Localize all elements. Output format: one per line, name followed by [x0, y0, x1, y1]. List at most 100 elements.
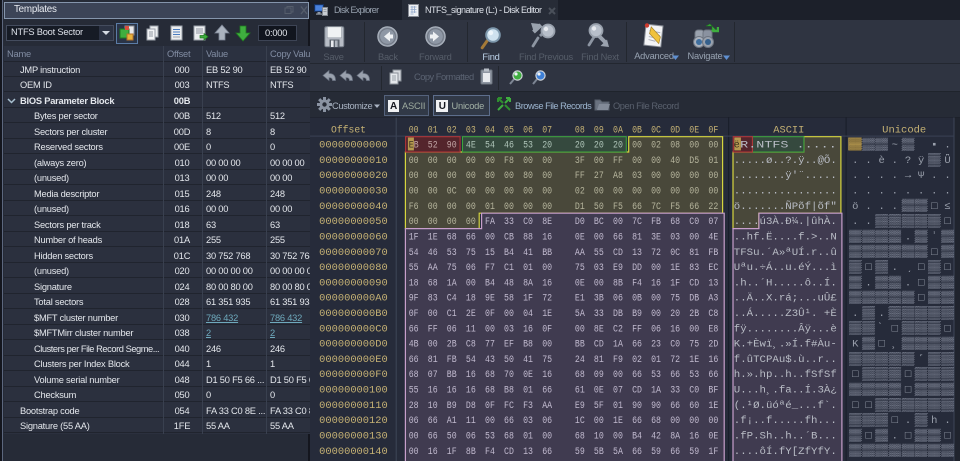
svg-text:66: 66	[613, 233, 623, 244]
svg-text:h.».hp..h..fSfSf: h.».hp..h..fSfSf	[734, 369, 837, 381]
svg-text:▒▒: ▒▒	[889, 230, 902, 244]
svg-text:00000000070: 00000000070	[319, 248, 388, 259]
svg-text:.: .	[852, 186, 858, 198]
svg-text:FB: FB	[447, 355, 457, 366]
svg-text:00: 00	[409, 156, 419, 167]
svg-text:10: 10	[428, 401, 438, 412]
svg-text:00: 00	[542, 202, 552, 213]
svg-text:C4: C4	[447, 294, 457, 305]
svg-text:.: .	[878, 201, 884, 213]
svg-text:41: 41	[523, 248, 533, 259]
svg-text:66: 66	[670, 447, 680, 458]
svg-text:.: .	[944, 140, 950, 152]
svg-text:00: 00	[632, 156, 642, 167]
svg-text:▒▒: ▒▒	[862, 368, 875, 382]
svg-text:1E: 1E	[689, 355, 699, 366]
svg-text:07: 07	[428, 370, 438, 381]
svg-text:.: .	[892, 155, 898, 167]
svg-text:06: 06	[409, 416, 419, 427]
svg-text:▒▒: ▒▒	[915, 368, 928, 382]
svg-text:75: 75	[689, 340, 699, 351]
svg-text:▒▒: ▒▒	[889, 276, 902, 290]
svg-text:▒▒: ▒▒	[941, 398, 954, 412]
svg-text:00000000110: 00000000110	[319, 401, 388, 412]
svg-text:FB: FB	[708, 248, 718, 259]
svg-text:46: 46	[428, 248, 438, 259]
svg-text:F9: F9	[613, 355, 623, 366]
svg-text:CD: CD	[504, 447, 514, 458]
svg-text:16: 16	[542, 233, 552, 244]
svg-text:0F: 0F	[542, 324, 552, 335]
svg-text:.: .	[878, 170, 884, 182]
svg-text:1F: 1F	[708, 447, 718, 458]
svg-text:▒▒: ▒▒	[849, 138, 862, 152]
svg-text:00: 00	[523, 156, 533, 167]
svg-text:BB: BB	[575, 340, 585, 351]
svg-text:▒▒: ▒▒	[941, 337, 954, 351]
svg-text:▒▒: ▒▒	[928, 322, 941, 336]
svg-text:75: 75	[670, 294, 680, 305]
svg-text:68: 68	[447, 233, 457, 244]
svg-text:00: 00	[466, 202, 476, 213]
svg-text:A8: A8	[613, 171, 623, 182]
svg-text:FB: FB	[651, 217, 661, 228]
svg-text:1C: 1C	[575, 416, 585, 427]
svg-text:13: 13	[708, 278, 718, 289]
svg-text:0E: 0E	[689, 125, 699, 136]
svg-text:66: 66	[689, 202, 699, 213]
svg-text:▒▒: ▒▒	[941, 368, 954, 382]
svg-text:00000000080: 00000000080	[319, 263, 388, 274]
svg-text:59: 59	[651, 447, 661, 458]
svg-text:03: 03	[632, 171, 642, 182]
svg-text:00: 00	[708, 171, 718, 182]
svg-text:00: 00	[594, 278, 604, 289]
svg-text:00: 00	[447, 156, 457, 167]
svg-text:.....ø..?.ÿ..@Õ.: .....ø..?.ÿ..@Õ.	[734, 154, 837, 167]
svg-text:▒▒: ▒▒	[862, 352, 875, 366]
svg-text:▒▒: ▒▒	[902, 398, 915, 412]
svg-text:66: 66	[708, 370, 718, 381]
svg-text:0B: 0B	[632, 125, 642, 136]
svg-text:00: 00	[613, 217, 623, 228]
svg-text:00: 00	[409, 125, 419, 136]
svg-text:.: .	[892, 201, 898, 213]
svg-text:1F: 1F	[447, 447, 457, 458]
svg-text:▒▒: ▒▒	[902, 337, 915, 351]
svg-text:.h..´H.....ô..Í.: .h..´H.....ô..Í.	[734, 275, 837, 289]
svg-text:0A: 0A	[613, 125, 623, 136]
svg-text:C8: C8	[466, 340, 476, 351]
svg-text:.: .	[852, 216, 858, 228]
svg-text:80: 80	[523, 171, 533, 182]
svg-text:00: 00	[651, 187, 661, 198]
svg-text:E8: E8	[708, 324, 718, 335]
svg-text:ASCII: ASCII	[773, 125, 804, 136]
svg-text:.: .	[931, 170, 937, 182]
svg-text:16: 16	[447, 386, 457, 397]
svg-text:00: 00	[523, 187, 533, 198]
svg-text:4E: 4E	[466, 141, 476, 152]
svg-text:1F: 1F	[523, 294, 533, 305]
svg-text:00: 00	[632, 141, 642, 152]
svg-text:▒▒: ▒▒	[902, 444, 915, 458]
svg-text:▒▒: ▒▒	[849, 429, 862, 443]
svg-text:03: 03	[504, 324, 514, 335]
svg-text:75: 75	[447, 263, 457, 274]
svg-text:7C: 7C	[651, 202, 661, 213]
svg-text:EC: EC	[708, 263, 718, 274]
svg-text:1E: 1E	[542, 309, 552, 320]
svg-text:27: 27	[594, 171, 604, 182]
svg-text:B8: B8	[523, 340, 533, 351]
svg-text:11: 11	[466, 416, 476, 427]
svg-text:0E: 0E	[708, 432, 718, 443]
svg-text:00: 00	[542, 156, 552, 167]
svg-text:00: 00	[689, 416, 699, 427]
svg-text:AA: AA	[428, 263, 438, 274]
svg-text:00: 00	[504, 171, 514, 182]
svg-text:58: 58	[504, 294, 514, 305]
svg-text:.: .	[865, 201, 871, 213]
svg-text:0D: 0D	[670, 125, 680, 136]
svg-text:A3: A3	[708, 294, 718, 305]
svg-text:00: 00	[466, 156, 476, 167]
svg-text:1A: 1A	[651, 386, 661, 397]
svg-text:E1: E1	[575, 294, 585, 305]
